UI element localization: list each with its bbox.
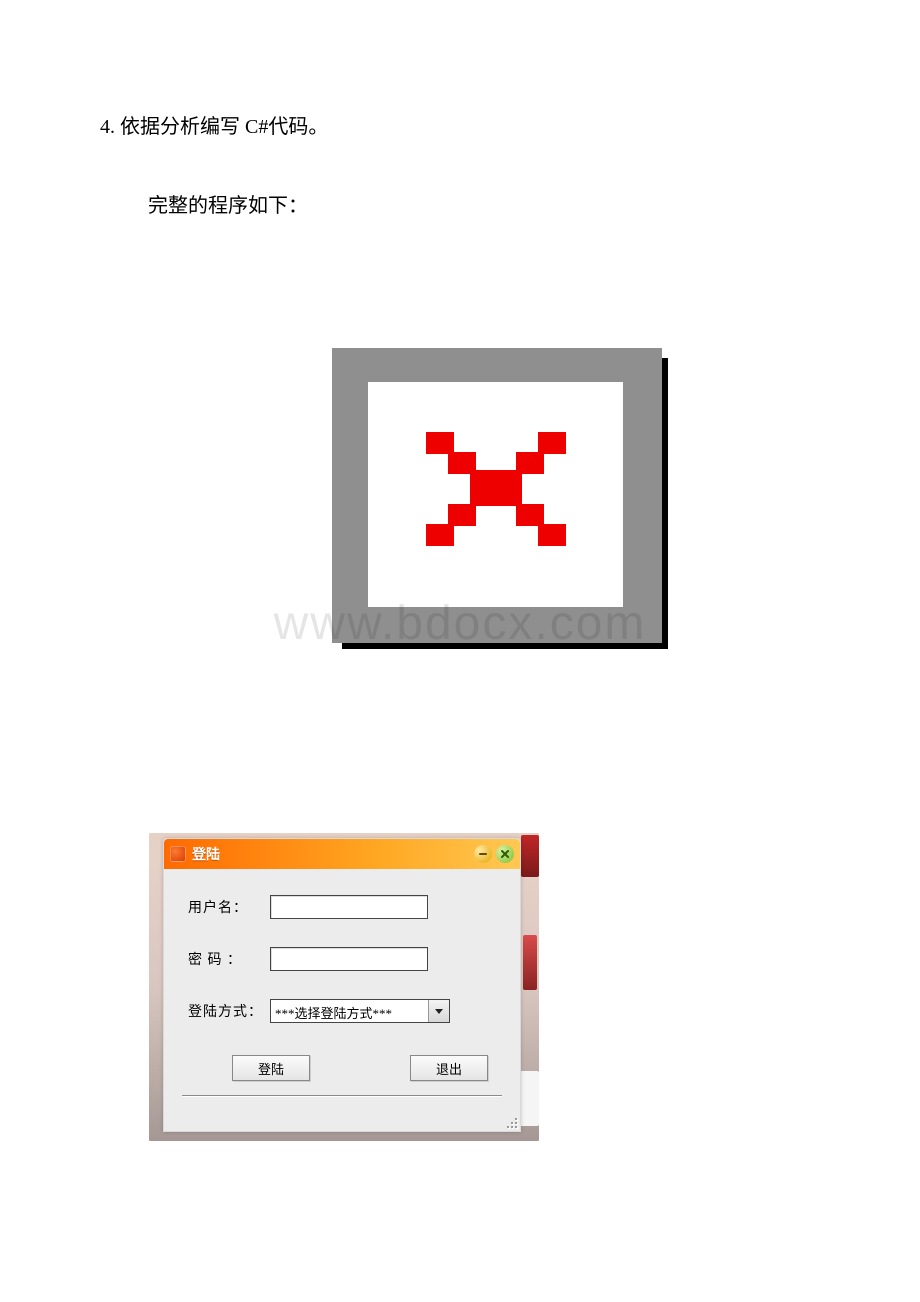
username-label: 用户名： xyxy=(188,897,270,917)
username-input[interactable] xyxy=(270,895,428,919)
app-icon xyxy=(170,846,186,862)
login-screenshot-area: 登陆 用户名： 密 码 ： 登陆方式： ***选择登陆方式*** xyxy=(149,833,539,1141)
resize-grip-icon[interactable] xyxy=(503,1114,517,1128)
login-button[interactable]: 登陆 xyxy=(232,1055,310,1081)
dropdown-button[interactable] xyxy=(428,1000,449,1022)
separator xyxy=(182,1095,502,1096)
login-window: 登陆 用户名： 密 码 ： 登陆方式： ***选择登陆方式*** xyxy=(163,838,521,1132)
password-label: 密 码 ： xyxy=(188,949,270,969)
titlebar[interactable]: 登陆 xyxy=(164,839,520,869)
window-title: 登陆 xyxy=(192,844,474,864)
doc-subtext: 完整的程序如下： xyxy=(148,189,820,218)
chevron-down-icon xyxy=(435,1009,443,1014)
close-icon[interactable] xyxy=(496,845,514,863)
login-mode-selected: ***选择登陆方式*** xyxy=(271,1000,428,1022)
broken-image-x-icon xyxy=(426,432,566,552)
login-mode-label: 登陆方式： xyxy=(188,1001,270,1021)
login-mode-combobox[interactable]: ***选择登陆方式*** xyxy=(270,999,450,1023)
password-input[interactable] xyxy=(270,947,428,971)
broken-image-placeholder xyxy=(332,348,662,643)
minimize-icon[interactable] xyxy=(474,845,492,863)
doc-heading: 4. 依据分析编写 C#代码。 xyxy=(100,110,820,139)
exit-button[interactable]: 退出 xyxy=(410,1055,488,1081)
